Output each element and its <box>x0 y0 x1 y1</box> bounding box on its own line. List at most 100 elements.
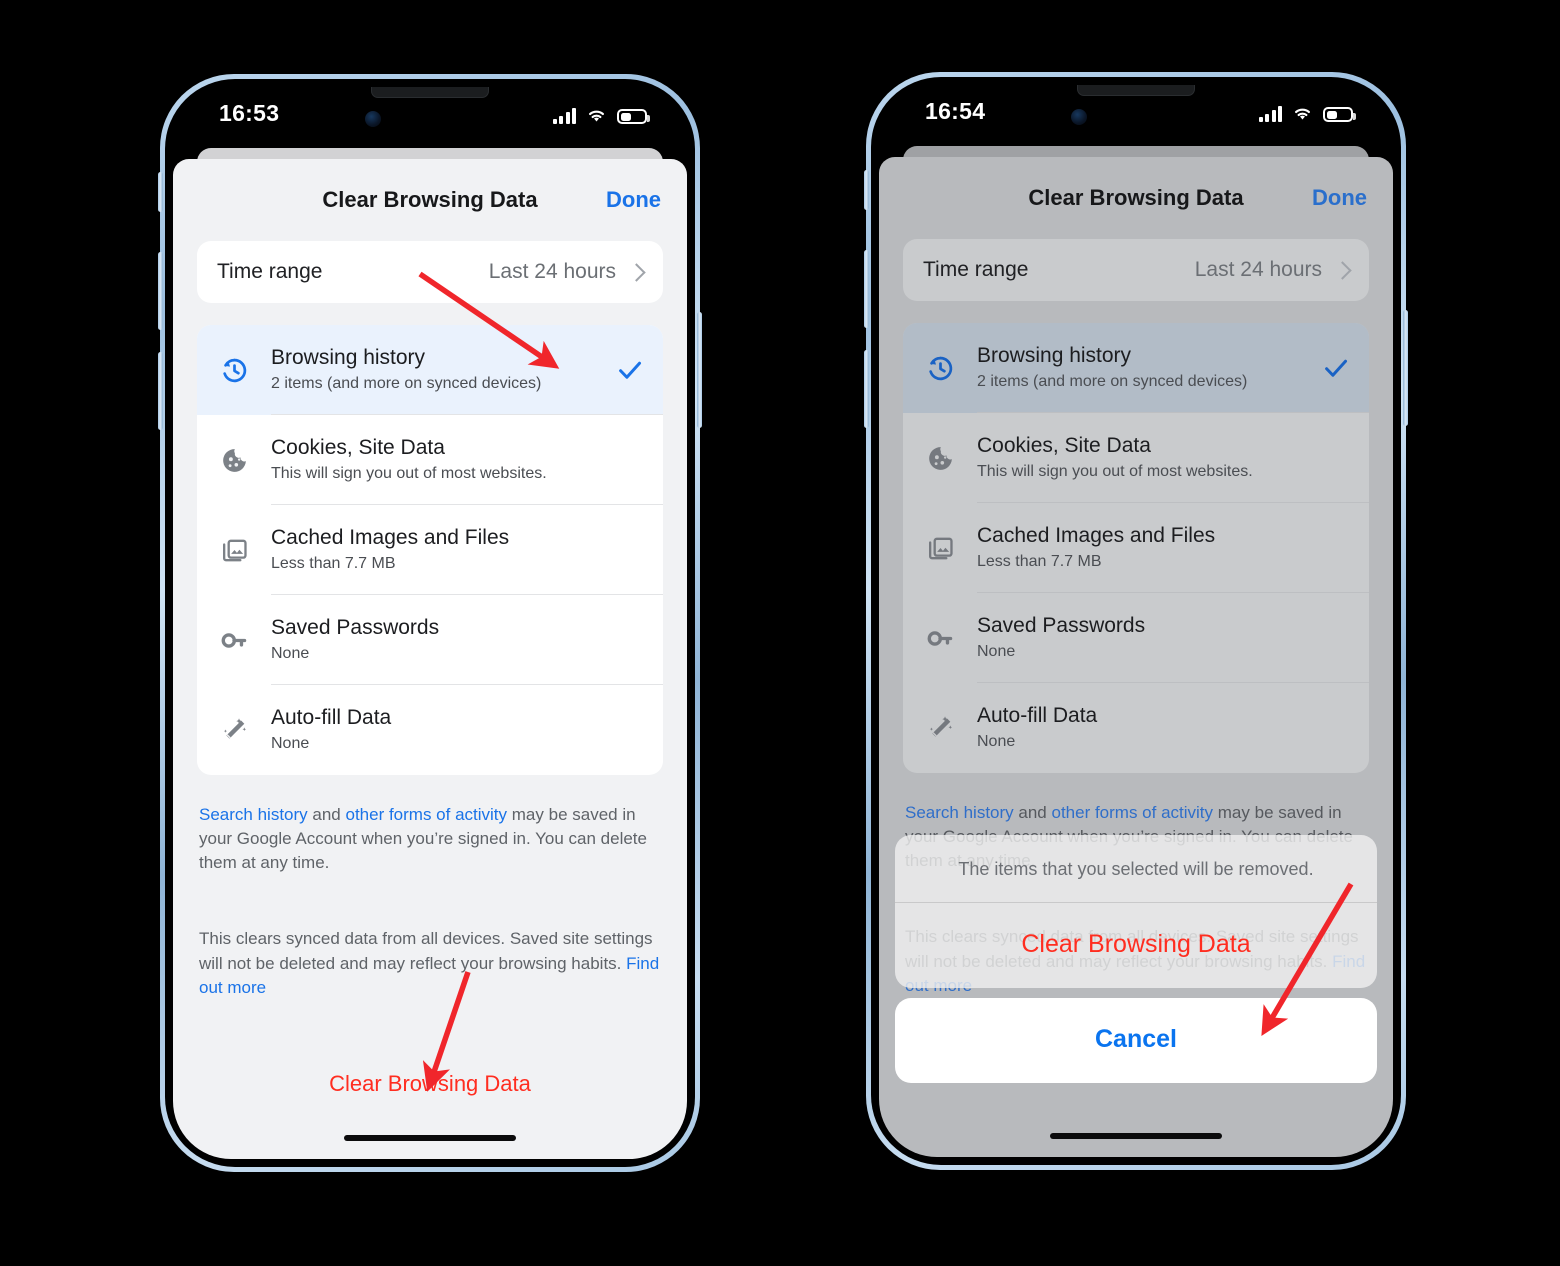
time-range-value: Last 24 hours <box>1194 258 1322 281</box>
cellular-bars-icon <box>552 107 576 124</box>
screenshot-canvas: 16:53 Clear Browsing Data Done Time rang… <box>0 0 1560 1266</box>
volume-down-button-left[interactable] <box>158 352 163 430</box>
time-range-card[interactable]: Time range Last 24 hours <box>903 239 1369 301</box>
time-range-row[interactable]: Time range Last 24 hours <box>197 241 663 303</box>
status-bar-left: 16:53 <box>173 87 687 143</box>
chevron-right-icon <box>1333 260 1352 280</box>
list-item-title: Cached Images and Files <box>977 524 1216 548</box>
list-item-saved-passwords[interactable]: Saved Passwords None <box>903 593 1369 683</box>
list-item-title: Saved Passwords <box>977 614 1146 638</box>
key-icon <box>903 623 977 654</box>
list-item-title: Saved Passwords <box>271 616 440 640</box>
cookie-icon <box>903 443 977 474</box>
list-item-title: Cookies, Site Data <box>271 436 445 460</box>
list-item-cached-images-and-files[interactable]: Cached Images and Files Less than 7.7 MB <box>197 505 663 595</box>
list-item-saved-passwords[interactable]: Saved Passwords None <box>197 595 663 685</box>
list-item-subtitle: This will sign you out of most websites. <box>977 463 1253 480</box>
chevron-right-icon <box>627 262 646 282</box>
list-item-subtitle: Less than 7.7 MB <box>977 553 1102 570</box>
silent-switch-right[interactable] <box>864 170 869 210</box>
list-item-title: Auto-fill Data <box>977 704 1098 728</box>
volume-down-button-right[interactable] <box>864 350 869 428</box>
power-button-right[interactable] <box>1403 310 1408 426</box>
time-range-value: Last 24 hours <box>488 260 616 283</box>
action-sheet-message: The items that you selected will be remo… <box>958 859 1314 879</box>
home-indicator[interactable] <box>1050 1133 1222 1139</box>
status-indicators <box>552 102 650 124</box>
list-item-title: Browsing history <box>271 346 426 370</box>
clear-browsing-data-button-left[interactable]: Clear Browsing Data <box>173 1071 687 1097</box>
done-button[interactable]: Done <box>1312 185 1367 211</box>
magic-wand-icon <box>903 713 977 744</box>
sheet-header: Clear Browsing Data Done <box>879 157 1393 239</box>
list-item-text: Cached Images and Files Less than 7.7 MB <box>977 523 1303 572</box>
list-item-text: Browsing history 2 items (and more on sy… <box>271 345 597 394</box>
volume-up-button-left[interactable] <box>158 252 163 330</box>
list-item-subtitle: None <box>271 645 310 662</box>
list-item-subtitle: None <box>977 733 1016 750</box>
wifi-icon <box>1291 105 1314 122</box>
google-account-note-left: Search history and other forms of activi… <box>199 803 661 875</box>
phone-left: 16:53 Clear Browsing Data Done Time rang… <box>158 74 702 1172</box>
status-time: 16:54 <box>925 98 986 124</box>
list-item-auto-fill-data[interactable]: Auto-fill Data None <box>197 685 663 775</box>
note-conjunction: and <box>307 805 346 824</box>
list-item-browsing-history[interactable]: Browsing history 2 items (and more on sy… <box>903 323 1369 413</box>
list-item-text: Auto-fill Data None <box>977 703 1303 752</box>
other-forms-of-activity-link[interactable]: other forms of activity <box>345 805 507 824</box>
list-item-cached-images-and-files[interactable]: Cached Images and Files Less than 7.7 MB <box>903 503 1369 593</box>
volume-up-button-right[interactable] <box>864 250 869 328</box>
cookie-icon <box>197 445 271 476</box>
clear-browsing-data-sheet-left: Clear Browsing Data Done Time range Last… <box>173 159 687 1159</box>
time-range-card[interactable]: Time range Last 24 hours <box>197 241 663 303</box>
search-history-link[interactable]: Search history <box>199 805 308 824</box>
list-item-browsing-history[interactable]: Browsing history 2 items (and more on sy… <box>197 325 663 415</box>
list-item-cookies-site-data[interactable]: Cookies, Site Data This will sign you ou… <box>903 413 1369 503</box>
check-icon <box>597 355 663 385</box>
status-bar-right: 16:54 <box>879 85 1393 141</box>
synced-data-note-left: This clears synced data from all devices… <box>199 927 661 999</box>
wifi-icon <box>585 107 608 124</box>
clear-browsing-data-action-button[interactable]: Clear Browsing Data <box>895 903 1377 988</box>
cancel-button[interactable]: Cancel <box>895 998 1377 1083</box>
list-item-title: Auto-fill Data <box>271 706 392 730</box>
note2-text: This clears synced data from all devices… <box>199 929 653 973</box>
action-sheet-group: The items that you selected will be remo… <box>895 835 1377 988</box>
home-indicator[interactable] <box>344 1135 516 1141</box>
battery-icon <box>617 109 650 124</box>
list-item-text: Auto-fill Data None <box>271 705 597 754</box>
silent-switch-left[interactable] <box>158 172 163 212</box>
cellular-bars-icon <box>1258 105 1282 122</box>
search-history-link[interactable]: Search history <box>905 803 1014 822</box>
data-types-list-right: Browsing history 2 items (and more on sy… <box>903 323 1369 773</box>
list-item-text: Cookies, Site Data This will sign you ou… <box>271 435 597 484</box>
status-time: 16:53 <box>219 100 280 126</box>
history-icon <box>197 355 271 386</box>
time-range-label: Time range <box>923 258 1029 281</box>
action-sheet: The items that you selected will be remo… <box>895 835 1377 1083</box>
list-item-cookies-site-data[interactable]: Cookies, Site Data This will sign you ou… <box>197 415 663 505</box>
phone-screen-right: 16:54 Clear Browsing Data Done Time rang… <box>879 85 1393 1157</box>
done-button[interactable]: Done <box>606 187 661 213</box>
magic-wand-icon <box>197 715 271 746</box>
list-item-title: Cookies, Site Data <box>977 434 1151 458</box>
list-item-title: Cached Images and Files <box>271 526 510 550</box>
list-item-title: Browsing history <box>977 344 1132 368</box>
sheet-header: Clear Browsing Data Done <box>173 159 687 241</box>
list-item-subtitle: This will sign you out of most websites. <box>271 465 547 482</box>
list-item-subtitle: 2 items (and more on synced devices) <box>271 375 542 392</box>
list-item-text: Saved Passwords None <box>977 613 1303 662</box>
list-item-subtitle: None <box>271 735 310 752</box>
phone-screen-left: 16:53 Clear Browsing Data Done Time rang… <box>173 87 687 1159</box>
cached-images-icon <box>903 533 977 564</box>
time-range-row[interactable]: Time range Last 24 hours <box>903 239 1369 301</box>
power-button-left[interactable] <box>697 312 702 428</box>
other-forms-of-activity-link[interactable]: other forms of activity <box>1051 803 1213 822</box>
list-item-text: Browsing history 2 items (and more on sy… <box>977 343 1303 392</box>
clear-browsing-data-sheet-right: Clear Browsing Data Done Time range Last… <box>879 157 1393 1157</box>
list-item-subtitle: Less than 7.7 MB <box>271 555 396 572</box>
list-item-auto-fill-data[interactable]: Auto-fill Data None <box>903 683 1369 773</box>
phone-right: 16:54 Clear Browsing Data Done Time rang… <box>864 72 1408 1170</box>
note-conjunction: and <box>1013 803 1052 822</box>
list-item-text: Cached Images and Files Less than 7.7 MB <box>271 525 597 574</box>
